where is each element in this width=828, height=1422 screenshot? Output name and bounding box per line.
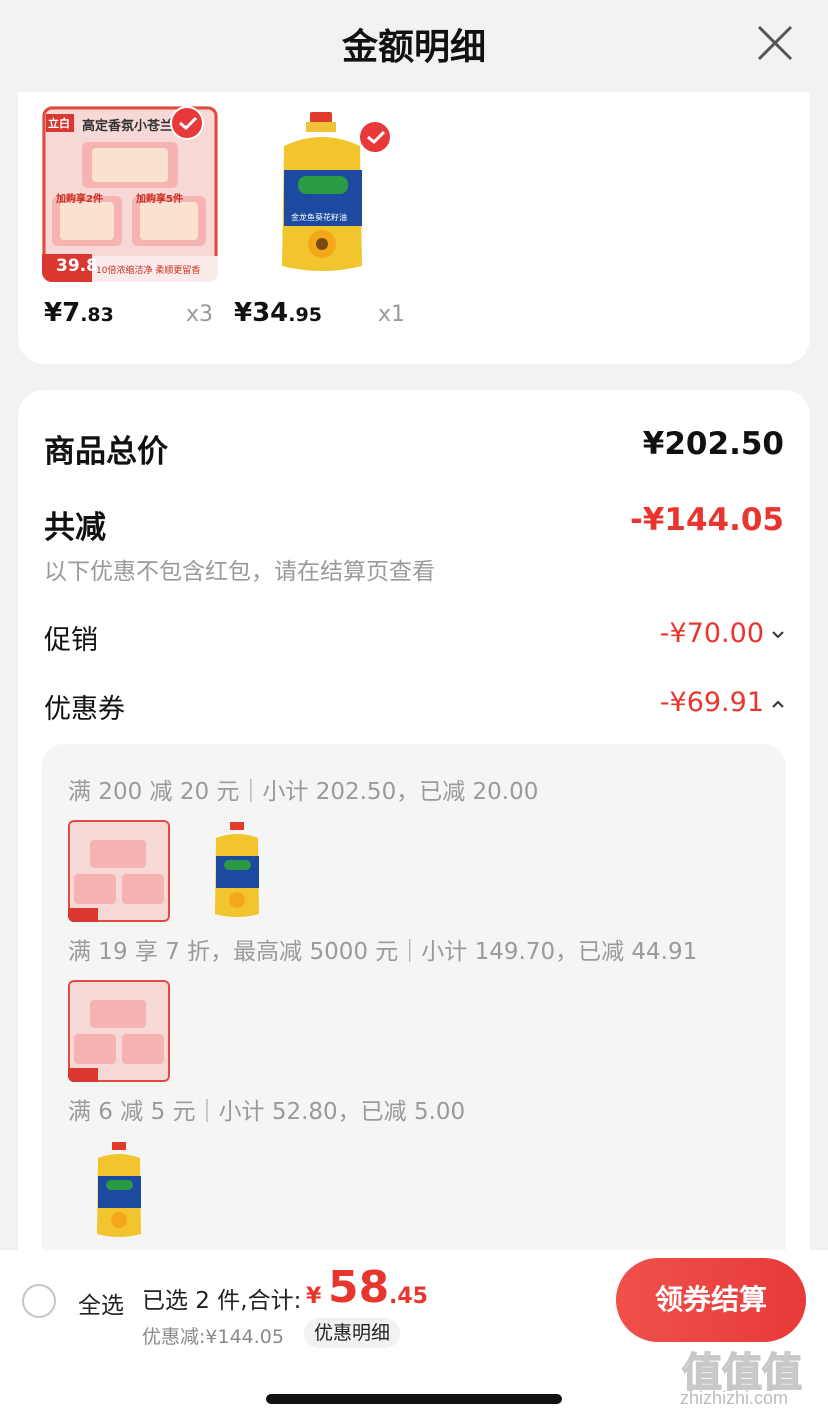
promo-row-toggle[interactable]: -¥70.00 <box>660 618 784 649</box>
price-dec: .83 <box>80 304 114 326</box>
check-icon <box>367 130 386 145</box>
coupon-thumb-oil <box>186 820 288 922</box>
product-tagline: 10倍浓缩洁净 柔顺更留香 <box>96 266 201 276</box>
discount-detail-link[interactable]: 优惠明细 <box>304 1318 401 1348</box>
coupon-detail-panel: 满 200 减 20 元｜小计 202.50，已减 20.00 满 19 享 7… <box>42 744 786 1304</box>
close-button[interactable] <box>754 22 796 64</box>
product-quantity: x1 <box>378 302 406 327</box>
home-indicator[interactable] <box>266 1394 562 1404</box>
product-image-caption: 高定香氛小苍兰 <box>82 119 174 134</box>
coupon-rule-2: 满 19 享 7 折，最高减 5000 元｜小计 149.70，已减 44.91 <box>68 939 698 965</box>
coupon-value: -¥69.91 <box>659 687 764 718</box>
product-check-oil[interactable] <box>358 120 392 154</box>
image-badge-price: 39.8 <box>56 256 98 276</box>
promo-tag-right: 加购享5件 <box>136 194 183 205</box>
checkout-bar: 全选 已选 2 件,合计: ¥ 58 .45 优惠减:¥144.05 优惠明细 … <box>0 1250 828 1422</box>
product-brand-label: 立白 <box>48 117 70 130</box>
promo-label: 促销 <box>44 625 98 656</box>
product-price: ¥7.83 <box>44 298 114 328</box>
chevron-down-icon <box>772 630 784 638</box>
coupon-label: 优惠券 <box>44 694 125 725</box>
coupon-thumb-laundry <box>68 820 170 922</box>
coupon-thumb-laundry <box>68 980 170 1082</box>
price-int: ¥34 <box>234 298 289 328</box>
summary-card: 商品总价 ¥202.50 共减 -¥144.05 以下优惠不包含红包，请在结算页… <box>18 390 810 1304</box>
promo-tag-left: 加购享2件 <box>56 194 103 205</box>
products-card: 立白 高定香氛小苍兰 加购享2件 加购享5件 39.8 10倍浓缩洁净 柔顺更留… <box>18 92 810 364</box>
total-value: ¥202.50 <box>642 426 784 462</box>
product-quantity: x3 <box>186 302 214 327</box>
total-amount-dec: .45 <box>389 1284 428 1309</box>
select-all-radio[interactable] <box>22 1284 56 1318</box>
select-all-label[interactable]: 全选 <box>78 1286 124 1320</box>
coupon-thumb-oil <box>68 1140 170 1242</box>
total-amount-int: 58 <box>328 1262 390 1313</box>
watermark: 值值值 zhizhizhi.com <box>676 1340 820 1412</box>
product-image-caption: 金龙鱼葵花籽油 <box>291 213 347 222</box>
total-label: 商品总价 <box>44 434 168 470</box>
price-dec: .95 <box>288 304 322 326</box>
watermark-url: zhizhizhi.com <box>680 1388 789 1408</box>
chevron-up-icon <box>772 700 784 708</box>
product-item-oil[interactable]: 金龙鱼葵花籽油 ¥34.95 x1 <box>234 106 410 328</box>
total-currency: ¥ <box>306 1284 322 1309</box>
checkout-button[interactable]: 领券结算 <box>616 1258 806 1342</box>
close-icon <box>757 25 793 61</box>
price-int: ¥7 <box>44 298 81 328</box>
product-price: ¥34.95 <box>234 298 322 328</box>
reduce-label: 共减 <box>44 510 106 546</box>
check-icon <box>179 116 198 131</box>
modal-header: 金额明细 <box>0 0 828 92</box>
coupon-rule-3: 满 6 减 5 元｜小计 52.80，已减 5.00 <box>68 1099 466 1125</box>
discount-amount: 优惠减:¥144.05 <box>142 1326 284 1348</box>
page-title: 金额明细 <box>341 27 486 68</box>
coupon-rule-1: 满 200 减 20 元｜小计 202.50，已减 20.00 <box>68 779 539 805</box>
discount-note: 以下优惠不包含红包，请在结算页查看 <box>44 559 435 585</box>
coupon-row-toggle[interactable]: -¥69.91 <box>660 687 784 718</box>
product-check-laundry[interactable] <box>170 106 204 140</box>
reduce-value: -¥144.05 <box>629 502 784 538</box>
promo-value: -¥70.00 <box>659 618 764 649</box>
product-item-laundry[interactable]: 立白 高定香氛小苍兰 加购享2件 加购享5件 39.8 10倍浓缩洁净 柔顺更留… <box>42 106 218 328</box>
selected-count: 已选 2 件,合计: <box>142 1288 302 1314</box>
